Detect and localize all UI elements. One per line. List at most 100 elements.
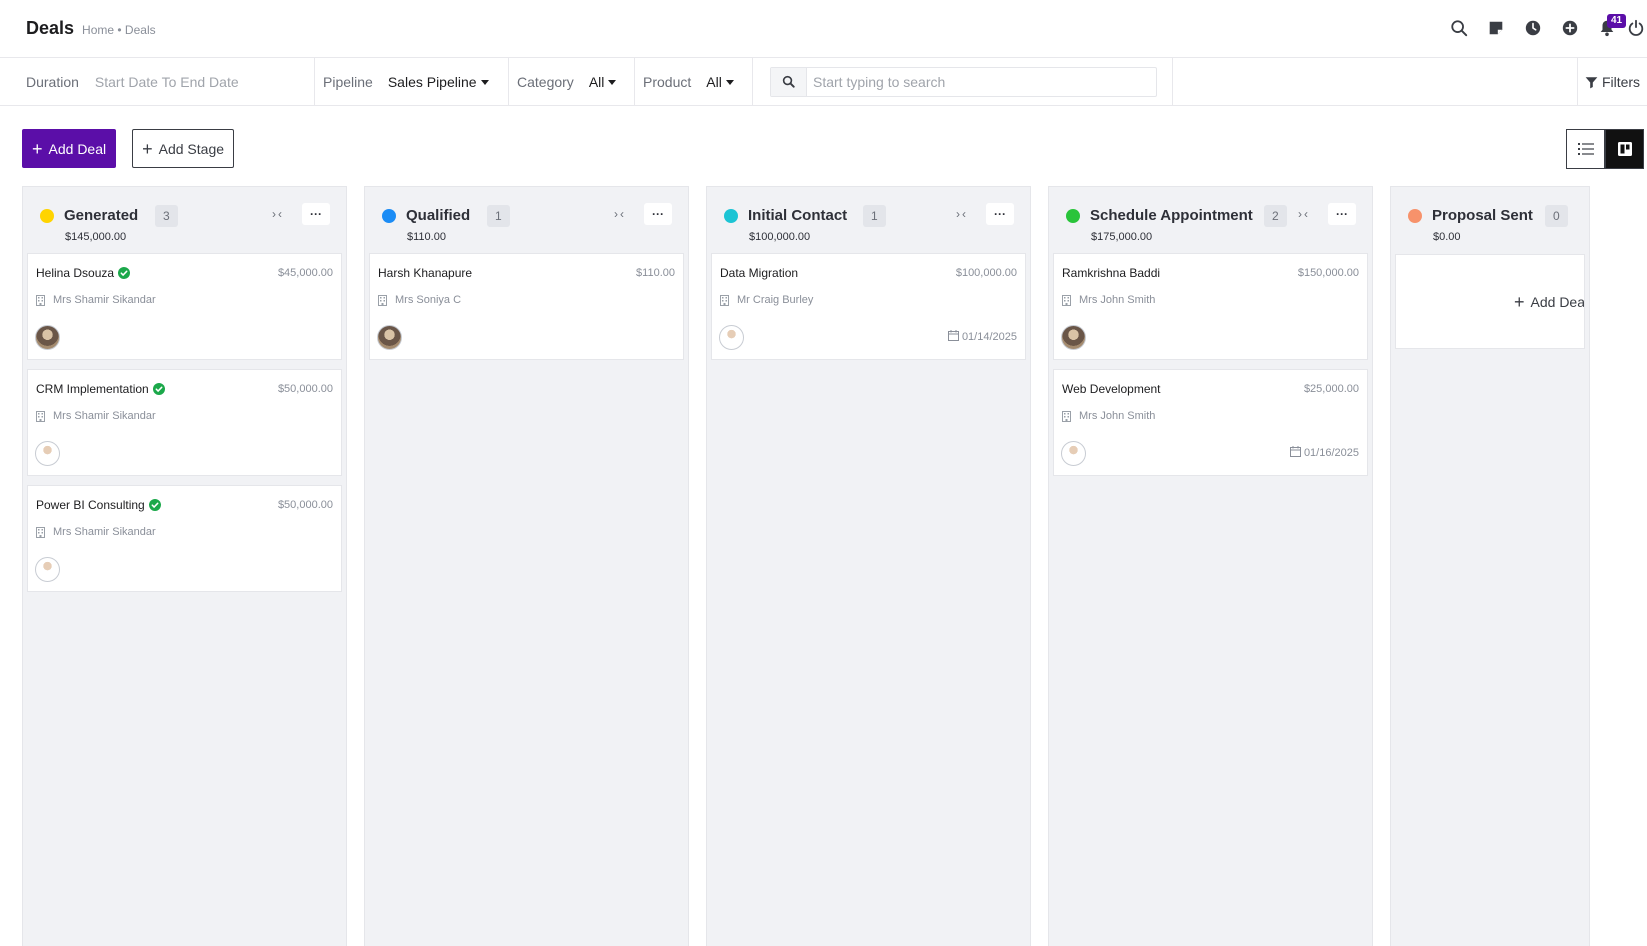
stage-title: Schedule Appointment (1090, 207, 1253, 224)
category-value: All (588, 73, 605, 90)
deal-title-text: Harsh Khanapure (378, 266, 473, 280)
stage-column: Initial Contact 1 $100,000.00 ›‹ ··· Data Mig… (706, 186, 1031, 946)
pipeline-value: Sales Pipeline (387, 73, 477, 90)
stage-count-badge: 2 (1264, 205, 1287, 227)
deal-title-text: Ramkrishna Baddi (1062, 266, 1161, 280)
stage-color-dot (1408, 209, 1422, 223)
stage-menu-button[interactable]: ··· (986, 203, 1014, 225)
building-icon (720, 294, 729, 306)
deal-contact: Mrs Shamir Sikandar (36, 294, 156, 306)
contact-name: Mrs Shamir Sikandar (53, 410, 156, 422)
avatar[interactable] (1061, 325, 1086, 350)
deal-card[interactable]: Power BI Consulting $50,000.00 Mrs Shamir … (27, 485, 342, 592)
caret-down-icon (725, 80, 734, 86)
verified-check-icon (118, 267, 131, 279)
stage-title: Initial Contact (748, 207, 848, 224)
deal-contact: Mrs John Smith (1062, 294, 1155, 306)
collapse-icon[interactable]: ›‹ (1298, 207, 1310, 221)
collapse-icon[interactable]: ›‹ (956, 207, 968, 221)
stage-count-badge: 3 (155, 205, 178, 227)
deal-value: $45,000.00 (277, 267, 333, 279)
stage-column: Schedule Appointment 2 $175,000.00 ›‹ ··· Ram… (1048, 186, 1373, 946)
calendar-icon (1289, 446, 1301, 460)
deal-title: Helina Dsouza (36, 266, 131, 280)
clock-icon[interactable] (1514, 12, 1551, 44)
contact-name: Mrs Shamir Sikandar (53, 526, 156, 538)
add-deal-button[interactable]: + Add Deal (22, 129, 117, 168)
product-dropdown[interactable]: All (706, 74, 734, 90)
building-icon (36, 410, 45, 422)
avatar[interactable] (719, 325, 744, 350)
stage-total: $0.00 (1433, 231, 1461, 243)
caret-down-icon (608, 80, 617, 86)
deal-value: $110.00 (636, 267, 675, 279)
avatar[interactable] (35, 325, 60, 350)
stage-header: Qualified 1 $110.00 ›‹ ··· (369, 187, 684, 253)
deal-title-text: CRM Implementation (36, 382, 149, 396)
stage-count-badge: 1 (863, 205, 886, 227)
power-icon[interactable] (1625, 12, 1647, 44)
deal-due-date: 01/14/2025 (947, 330, 1017, 344)
stage-menu-button[interactable]: ··· (644, 203, 672, 225)
plus-circle-icon[interactable] (1551, 12, 1588, 44)
stage-title: Proposal Sent (1432, 207, 1533, 224)
due-date-text: 01/14/2025 (961, 331, 1017, 343)
pipeline-label: Pipeline (323, 73, 373, 90)
filter-bar: Duration Start Date To End Date Pipeline… (0, 57, 1647, 106)
stage-color-dot (382, 209, 396, 223)
deal-contact: Mrs Shamir Sikandar (36, 526, 156, 538)
stage-menu-button[interactable]: ··· (302, 203, 330, 225)
deal-card[interactable]: Data Migration $100,000.00 Mr Craig Burley… (711, 253, 1026, 360)
avatar[interactable] (1061, 441, 1086, 466)
deal-card[interactable]: Helina Dsouza $45,000.00 Mrs Shamir Sikand… (27, 253, 342, 360)
stage-total: $175,000.00 (1091, 231, 1153, 243)
page-title: Deals (26, 18, 75, 38)
deal-contact: Mrs Soniya C (378, 294, 461, 306)
category-dropdown[interactable]: All (589, 74, 617, 90)
stage-add-deal-button[interactable]: + Add Deal (1395, 254, 1585, 349)
deal-card[interactable]: Ramkrishna Baddi $150,000.00 Mrs John Smit… (1053, 253, 1368, 360)
plus-icon: + (32, 138, 43, 159)
list-view-button[interactable] (1566, 129, 1605, 169)
stage-total: $100,000.00 (749, 231, 811, 243)
list-icon (1577, 143, 1594, 155)
product-filter: Product All (635, 57, 753, 106)
collapse-icon[interactable]: ›‹ (272, 207, 284, 221)
search-icon[interactable] (1440, 12, 1477, 44)
kanban-view-button[interactable] (1605, 129, 1644, 169)
stage-menu-button[interactable]: ··· (1328, 203, 1356, 225)
sticky-note-icon[interactable] (1477, 12, 1514, 44)
top-icons: 41 (1440, 0, 1647, 56)
plus-icon: + (142, 138, 153, 159)
bell-icon[interactable]: 41 (1588, 12, 1627, 44)
pipeline-dropdown[interactable]: Sales Pipeline (388, 74, 489, 90)
deal-title: Data Migration (720, 266, 798, 280)
stage-add-deal-label: Add Deal (1530, 293, 1585, 310)
breadcrumb[interactable]: Home • Deals (82, 23, 156, 37)
building-icon (36, 294, 45, 306)
search-icon (771, 67, 807, 96)
deal-card[interactable]: Web Development $25,000.00 Mrs John Smith 0… (1053, 369, 1368, 476)
deal-card[interactable]: CRM Implementation $50,000.00 Mrs Shamir S… (27, 369, 342, 476)
filters-button[interactable]: Filters (1577, 58, 1647, 106)
top-bar: Deals Home • Deals 41 (0, 0, 1647, 58)
deal-card[interactable]: Harsh Khanapure $110.00 Mrs Soniya C (369, 253, 684, 360)
collapse-icon[interactable]: ›‹ (614, 207, 626, 221)
notification-badge: 41 (1607, 14, 1627, 28)
building-icon (1062, 294, 1071, 306)
avatar[interactable] (35, 441, 60, 466)
funnel-icon (1585, 76, 1598, 88)
search-input[interactable] (807, 73, 1147, 90)
stage-header: Generated 3 $145,000.00 ›‹ ··· (27, 187, 342, 253)
avatar[interactable] (35, 557, 60, 582)
add-stage-label: Add Stage (158, 140, 225, 157)
deal-value: $100,000.00 (955, 267, 1017, 279)
deal-title: Harsh Khanapure (378, 266, 472, 280)
add-stage-button[interactable]: + Add Stage (132, 129, 235, 168)
date-range-input[interactable]: Start Date To End Date (95, 74, 295, 90)
avatar[interactable] (377, 325, 402, 350)
building-icon (378, 294, 387, 306)
kanban-board: Generated 3 $145,000.00 ›‹ ··· Helina Dsouza $… (22, 186, 1590, 946)
product-label: Product (643, 73, 692, 90)
verified-check-icon (152, 383, 165, 395)
